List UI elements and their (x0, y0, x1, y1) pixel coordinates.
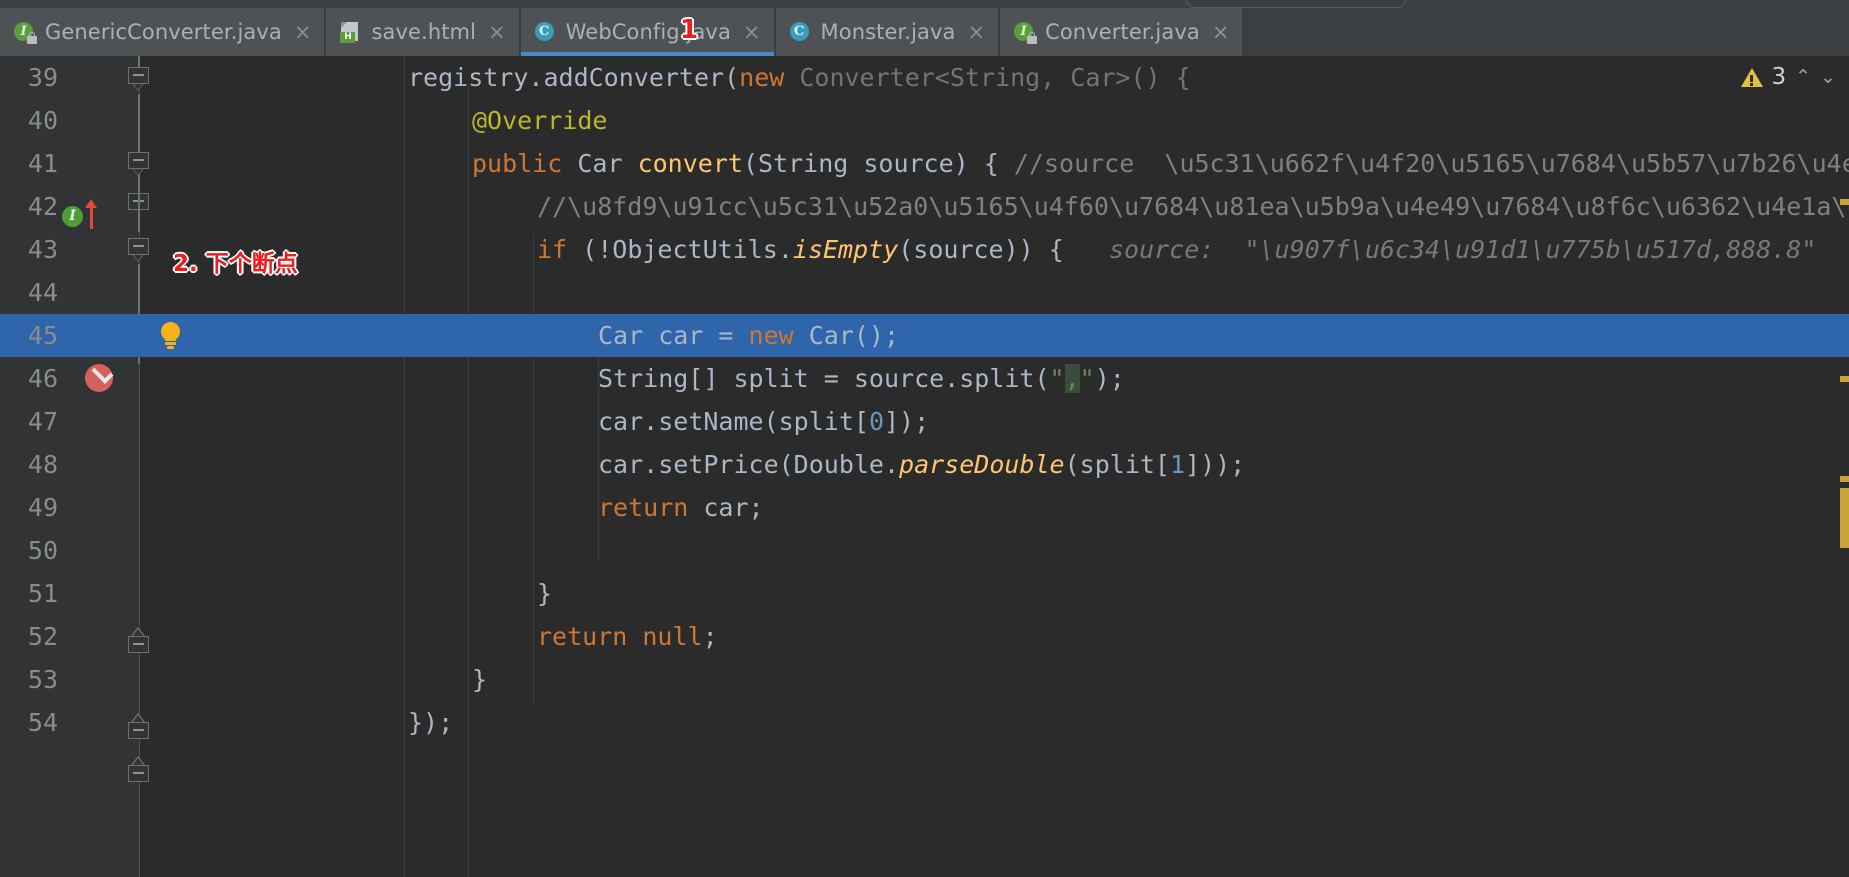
editor-tab-label: Monster.java (820, 20, 956, 44)
line-number: 50 (27, 536, 58, 565)
java-class-icon: C (789, 21, 812, 43)
line-number: 45 (27, 321, 58, 350)
line-content: String[] split = source.split(","); (598, 364, 1125, 393)
line-content: @Override (472, 106, 608, 135)
line-number: 46 (27, 364, 58, 393)
code-line-50[interactable]: 50 (0, 529, 1849, 572)
error-stripe-mark[interactable] (1840, 199, 1849, 205)
code-line-45[interactable]: 45 Car car = new Car(); (0, 314, 1849, 357)
line-content: //\u8fd9\u91cc\u5c31\u52a0\u5165\u4f60\u… (537, 192, 1849, 221)
editor-tab-close-icon[interactable]: × (1212, 21, 1230, 43)
chevron-up-icon[interactable]: ⌃ (1795, 66, 1811, 88)
line-number: 51 (27, 579, 58, 608)
line-number: 42 (27, 192, 58, 221)
error-stripe-mark[interactable] (1840, 476, 1849, 482)
editor-tab-label: WebConfig.java (565, 20, 731, 44)
code-line-48[interactable]: 48 car.setPrice(Double.parseDouble(split… (0, 443, 1849, 486)
line-number: 54 (27, 708, 58, 737)
code-line-46[interactable]: 46 String[] split = source.split(","); (0, 357, 1849, 400)
code-line-41[interactable]: 41 public Car convert(String source) { /… (0, 142, 1849, 185)
chevron-down-icon[interactable]: ⌄ (1820, 66, 1836, 88)
code-line-52[interactable]: 52 return null; (0, 615, 1849, 658)
editor-tab-close-icon[interactable]: × (294, 21, 312, 43)
line-content: return null; (537, 622, 718, 651)
code-line-44[interactable]: 44 (0, 271, 1849, 314)
editor-tab-close-icon[interactable]: × (743, 21, 761, 43)
editor-tab-webconfig[interactable]: C WebConfig.java × (520, 8, 774, 56)
editor-tab-save-html[interactable]: H save.html × (326, 8, 519, 56)
editor-tab-bar[interactable]: I GenericConverter.java × H save.html × … (0, 8, 1849, 56)
editor-tab-label: GenericConverter.java (45, 20, 282, 44)
line-content: } (537, 579, 553, 608)
code-line-49[interactable]: 49 return car; (0, 486, 1849, 529)
editor-tab-label: Converter.java (1045, 20, 1200, 44)
code-line-54[interactable]: 54 }); (0, 701, 1849, 744)
line-content: if (!ObjectUtils.isEmpty(source)) { sour… (537, 235, 1817, 264)
line-number: 41 (27, 149, 58, 178)
code-line-47[interactable]: 47 car.setName(split[0]); (0, 400, 1849, 443)
line-number: 52 (27, 622, 58, 651)
inspection-widget[interactable]: 3 ⌃ ⌄ (1740, 64, 1836, 90)
line-number: 39 (27, 63, 58, 92)
line-content: }); (408, 708, 454, 737)
java-class-icon: C (534, 21, 557, 43)
code-line-42[interactable]: 42 //\u8fd9\u91cc\u5c31\u52a0\u5165\u4f6… (0, 185, 1849, 228)
editor-tab-label: save.html (371, 20, 477, 44)
java-interface-icon: I (14, 21, 37, 44)
line-content: car.setPrice(Double.parseDouble(split[1]… (598, 450, 1246, 479)
line-content: registry.addConverter(new Converter<Stri… (408, 63, 1191, 92)
fold-marker-54[interactable] (128, 756, 150, 791)
line-content: car.setName(split[0]); (598, 407, 930, 436)
editor-tab-converter[interactable]: I Converter.java × (1000, 8, 1243, 56)
line-number: 53 (27, 665, 58, 694)
code-line-51[interactable]: 51 } (0, 572, 1849, 615)
window-top-strip (0, 0, 1849, 8)
line-number: 47 (27, 407, 58, 436)
java-interface-icon: I (1014, 21, 1038, 44)
intention-bulb-icon[interactable] (157, 321, 185, 351)
idea-editor-window: I GenericConverter.java × H save.html × … (0, 0, 1849, 877)
line-number: 43 (27, 235, 58, 264)
editor-tab-monster[interactable]: C Monster.java × (775, 8, 999, 56)
search-everywhere-pill[interactable] (1185, 0, 1407, 8)
error-stripe-mark[interactable] (1840, 376, 1849, 382)
html-file-icon: H (340, 21, 362, 43)
line-content: } (472, 665, 488, 694)
line-content: return car; (598, 493, 764, 522)
line-number: 40 (27, 106, 58, 135)
line-number: 49 (27, 493, 58, 522)
line-content: public Car convert(String source) { //so… (472, 149, 1849, 178)
code-line-43[interactable]: 43 if (!ObjectUtils.isEmpty(source)) { s… (0, 228, 1849, 271)
warning-count: 3 (1771, 64, 1787, 90)
editor-tab-close-icon[interactable]: × (967, 21, 985, 43)
code-line-39[interactable]: 39 registry.addConverter(new Converter<S… (0, 56, 1849, 99)
editor-tab-genericconverter[interactable]: I GenericConverter.java × (0, 8, 325, 56)
line-number: 48 (27, 450, 58, 479)
line-content: Car car = new Car(); (598, 321, 900, 350)
error-stripe-mark[interactable] (1840, 488, 1849, 548)
editor-tab-close-icon[interactable]: × (488, 21, 506, 43)
code-line-53[interactable]: 53 } (0, 658, 1849, 701)
line-number: 44 (27, 278, 58, 307)
code-editor-area[interactable]: I 39 registry.addConverter(new Converter… (0, 56, 1849, 877)
warning-triangle-icon (1740, 67, 1763, 87)
code-line-40[interactable]: 40 @Override (0, 99, 1849, 142)
